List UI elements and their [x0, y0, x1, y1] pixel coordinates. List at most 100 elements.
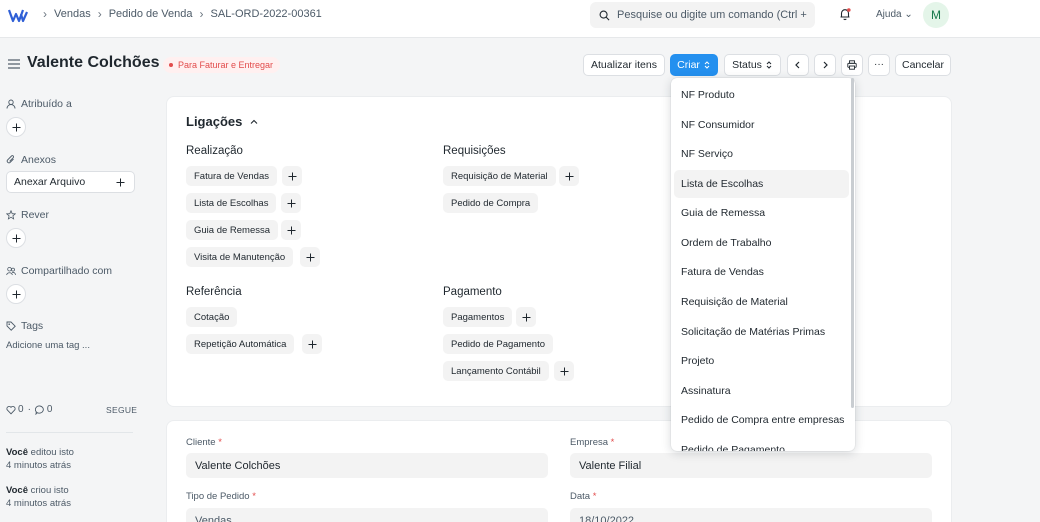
user-icon [6, 99, 16, 109]
status-dot-icon [169, 63, 173, 67]
link-lancamento-contabil[interactable]: Lançamento Contábil [443, 361, 549, 381]
breadcrumb-pedido-de-venda[interactable]: Pedido de Venda [109, 8, 193, 20]
plus-icon [565, 172, 573, 180]
sidebar-toggle-icon[interactable] [8, 59, 20, 69]
order-type-select[interactable]: Vendas [186, 508, 548, 522]
group-title-pagamento: Pagamento [443, 286, 502, 298]
avatar[interactable]: M [923, 2, 949, 28]
activity-time: 4 minutos atrás [6, 498, 71, 509]
menu-item-nf-consumidor[interactable]: NF Consumidor [674, 111, 849, 139]
notification-bell-icon[interactable] [838, 7, 852, 21]
follow-button[interactable]: SEGUE [106, 405, 137, 415]
heart-icon[interactable] [6, 405, 16, 415]
date-field[interactable]: 18/10/2022 [570, 508, 932, 522]
update-items-button[interactable]: Atualizar itens [583, 54, 665, 76]
breadcrumb-vendas[interactable]: Vendas [54, 8, 91, 20]
cancel-button[interactable]: Cancelar [895, 54, 951, 76]
activity-time: 4 minutos atrás [6, 460, 71, 471]
status-button[interactable]: Status [724, 54, 781, 76]
company-label-text: Empresa [570, 437, 609, 448]
next-document-button[interactable] [814, 54, 836, 76]
select-arrows-icon [766, 61, 772, 69]
date-label: Data * [570, 491, 596, 502]
assigned-to-text: Atribuído a [21, 98, 72, 110]
breadcrumb-separator-icon: › [97, 7, 102, 21]
menu-item-projeto[interactable]: Projeto [674, 347, 849, 375]
plus-icon [12, 123, 20, 131]
menu-item-pedido-de-compra-entre-empresas[interactable]: Pedido de Compra entre empresas [674, 406, 849, 434]
attach-file-label: Anexar Arquivo [14, 176, 86, 188]
more-options-button[interactable]: ··· [868, 54, 890, 76]
company-label: Empresa * [570, 437, 614, 448]
like-count: 0 [18, 404, 24, 415]
link-lista-de-escolhas[interactable]: Lista de Escolhas [186, 193, 277, 213]
required-marker: * [592, 491, 597, 502]
activity-action: editou isto [28, 447, 74, 458]
link-pagamentos[interactable]: Pagamentos [443, 307, 513, 327]
add-visita-de-manutencao-button[interactable] [300, 247, 320, 267]
plus-icon [287, 199, 295, 207]
menu-item-pedido-de-pagamento[interactable]: Pedido de Pagamento [674, 436, 849, 451]
menu-item-fatura-de-vendas[interactable]: Fatura de Vendas [674, 258, 849, 286]
link-pedido-de-pagamento[interactable]: Pedido de Pagamento [443, 334, 554, 354]
search-icon [599, 10, 610, 20]
add-tag-link[interactable]: Adicione uma tag ... [6, 340, 90, 351]
review-text: Rever [21, 209, 50, 221]
menu-item-guia-de-remessa[interactable]: Guia de Remessa [674, 199, 849, 227]
breadcrumb: › Vendas › Pedido de Venda › SAL-ORD-202… [36, 7, 322, 21]
company-field[interactable]: Valente Filial [570, 453, 932, 478]
date-label-text: Data [570, 491, 591, 502]
link-fatura-de-vendas[interactable]: Fatura de Vendas [186, 166, 277, 186]
help-label: Ajuda [876, 9, 902, 20]
activity-user: Você [6, 447, 29, 458]
plus-icon [288, 172, 296, 180]
group-title-realizacao: Realização [186, 145, 243, 157]
attach-file-button[interactable]: Anexar Arquivo [6, 171, 135, 193]
customer-field[interactable]: Valente Colchões [186, 453, 548, 478]
attachments-label: Anexos [6, 154, 56, 166]
add-review-button[interactable] [6, 228, 26, 248]
activity-item: Você criou isto 4 minutos atrás [6, 484, 71, 510]
status-label: Para Faturar e Entregar [178, 60, 274, 70]
add-share-button[interactable] [6, 284, 26, 304]
menu-item-assinatura[interactable]: Assinatura [674, 377, 849, 405]
page-title: Valente Colchões [27, 54, 160, 71]
previous-document-button[interactable] [787, 54, 809, 76]
required-marker: * [610, 437, 615, 448]
add-requisicao-de-material-button[interactable] [559, 166, 579, 186]
review-label: Rever [6, 209, 49, 221]
menu-item-solicitacao-de-materias-primas[interactable]: Solicitação de Matérias Primas [674, 318, 849, 346]
add-fatura-de-vendas-button[interactable] [282, 166, 302, 186]
link-guia-de-remessa[interactable]: Guia de Remessa [186, 220, 279, 240]
menu-item-lista-de-escolhas[interactable]: Lista de Escolhas [674, 170, 849, 198]
search-input[interactable] [617, 9, 807, 21]
dropdown-scrollbar[interactable] [851, 78, 854, 408]
breadcrumb-document-id[interactable]: SAL-ORD-2022-00361 [211, 8, 322, 20]
sidebar-divider [6, 432, 133, 433]
help-menu[interactable]: Ajuda ⌄ [876, 9, 913, 20]
link-repeticao-automatica[interactable]: Repetição Automática [186, 334, 295, 354]
search-bar[interactable] [590, 2, 815, 28]
menu-item-requisicao-de-material[interactable]: Requisição de Material [674, 288, 849, 316]
assigned-to-label: Atribuído a [6, 98, 72, 110]
print-button[interactable] [841, 54, 863, 76]
link-requisicao-de-material[interactable]: Requisição de Material [443, 166, 556, 186]
comment-icon[interactable] [34, 405, 45, 415]
app-logo-icon[interactable] [8, 9, 28, 23]
add-lancamento-contabil-button[interactable] [554, 361, 574, 381]
connections-section-header[interactable]: Ligações [186, 114, 259, 129]
status-badge: Para Faturar e Entregar [163, 57, 281, 73]
add-lista-de-escolhas-button[interactable] [281, 193, 301, 213]
menu-item-nf-servico[interactable]: NF Serviço [674, 140, 849, 168]
link-pedido-de-compra[interactable]: Pedido de Compra [443, 193, 539, 213]
add-guia-de-remessa-button[interactable] [281, 220, 301, 240]
menu-item-ordem-de-trabalho[interactable]: Ordem de Trabalho [674, 229, 849, 257]
add-repeticao-automatica-button[interactable] [302, 334, 322, 354]
group-title-requisicoes: Requisições [443, 145, 506, 157]
menu-item-nf-produto[interactable]: NF Produto [674, 81, 849, 109]
add-pagamentos-button[interactable] [516, 307, 536, 327]
link-cotacao[interactable]: Cotação [186, 307, 238, 327]
link-visita-de-manutencao[interactable]: Visita de Manutenção [186, 247, 294, 267]
create-button[interactable]: Criar [670, 54, 718, 76]
add-assignee-button[interactable] [6, 117, 26, 137]
